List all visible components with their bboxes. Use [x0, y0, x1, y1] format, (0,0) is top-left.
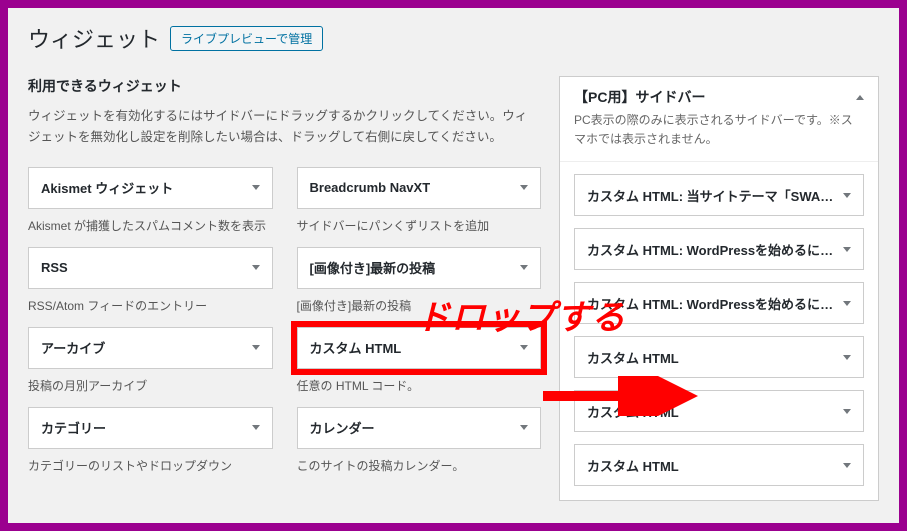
widget-latest-posts-image[interactable]: [画像付き]最新の投稿 [297, 247, 542, 289]
available-heading: 利用できるウィジェット [28, 76, 541, 96]
available-widget-cell: カスタム HTML 任意の HTML コード。 [297, 327, 542, 395]
widget-label: カレンダー [310, 418, 375, 437]
live-preview-button[interactable]: ライブプレビューで管理 [170, 26, 323, 51]
available-widget-cell: Akismet ウィジェット Akismet が捕獲したスパムコメント数を表示 [28, 167, 273, 235]
placed-widget[interactable]: カスタム HTML: WordPressを始めるにはサ... [574, 282, 864, 324]
widget-calendar[interactable]: カレンダー [297, 407, 542, 449]
placed-widgets-list[interactable]: カスタム HTML: 当サイトテーマ「SWALLO... カスタム HTML: … [560, 162, 878, 500]
placed-widget-label: カスタム HTML: WordPressを始めるにはサ... [587, 294, 837, 313]
placed-widget-label: カスタム HTML [587, 456, 679, 475]
caret-down-icon [843, 301, 851, 306]
available-widget-cell: [画像付き]最新の投稿 [画像付き]最新の投稿 [297, 247, 542, 315]
caret-down-icon [843, 247, 851, 252]
caret-down-icon [520, 425, 528, 430]
placed-widget-label: カスタム HTML: 当サイトテーマ「SWALLO... [587, 186, 837, 205]
placed-widget-label: カスタム HTML [587, 348, 679, 367]
widget-rss[interactable]: RSS [28, 247, 273, 289]
caret-down-icon [252, 265, 260, 270]
sidebar-area-pc: 【PC用】サイドバー PC表示の際のみに表示されるサイドバーです。※スマホでは表… [559, 76, 879, 501]
widgets-admin-page: ウィジェット ライブプレビューで管理 利用できるウィジェット ウィジェットを有効… [8, 8, 899, 523]
caret-down-icon [843, 355, 851, 360]
columns-wrap: 利用できるウィジェット ウィジェットを有効化するにはサイドバーにドラッグするかク… [28, 76, 879, 501]
caret-down-icon [843, 409, 851, 414]
sidebar-area-description: PC表示の際のみに表示されるサイドバーです。※スマホでは表示されません。 [560, 111, 878, 162]
caret-down-icon [520, 345, 528, 350]
placed-widget[interactable]: カスタム HTML [574, 444, 864, 486]
caret-down-icon [520, 265, 528, 270]
widget-desc: Akismet が捕獲したスパムコメント数を表示 [28, 217, 273, 235]
caret-down-icon [520, 185, 528, 190]
caret-down-icon [843, 193, 851, 198]
widget-desc: カテゴリーのリストやドロップダウン [28, 457, 273, 475]
available-widget-cell: カレンダー このサイトの投稿カレンダー。 [297, 407, 542, 475]
caret-down-icon [252, 345, 260, 350]
placed-widget[interactable]: カスタム HTML [574, 336, 864, 378]
widget-akismet[interactable]: Akismet ウィジェット [28, 167, 273, 209]
widget-desc: [画像付き]最新の投稿 [297, 297, 542, 315]
widget-desc: RSS/Atom フィードのエントリー [28, 297, 273, 315]
widget-categories[interactable]: カテゴリー [28, 407, 273, 449]
available-description: ウィジェットを有効化するにはサイドバーにドラッグするかクリックしてください。ウィ… [28, 106, 538, 149]
widget-desc: 任意の HTML コード。 [297, 377, 542, 395]
widget-label: [画像付き]最新の投稿 [310, 258, 436, 277]
placed-widget[interactable]: カスタム HTML: 当サイトテーマ「SWALLO... [574, 174, 864, 216]
page-title: ウィジェット [28, 22, 160, 54]
widget-label: RSS [41, 260, 68, 275]
available-widgets-column: 利用できるウィジェット ウィジェットを有効化するにはサイドバーにドラッグするかク… [28, 76, 541, 487]
widget-label: カテゴリー [41, 418, 106, 437]
caret-up-icon [856, 95, 864, 100]
sidebar-area-title: 【PC用】サイドバー [574, 87, 705, 107]
widget-archive[interactable]: アーカイブ [28, 327, 273, 369]
placed-widget-label: カスタム HTML [587, 402, 679, 421]
widget-label: Breadcrumb NavXT [310, 180, 431, 195]
caret-down-icon [843, 463, 851, 468]
widget-label: Akismet ウィジェット [41, 178, 173, 197]
sidebar-area-header[interactable]: 【PC用】サイドバー [560, 77, 878, 111]
widget-desc: サイドバーにパンくずリストを追加 [297, 217, 542, 235]
available-widget-cell: RSS RSS/Atom フィードのエントリー [28, 247, 273, 315]
placed-widget[interactable]: カスタム HTML [574, 390, 864, 432]
widget-desc: 投稿の月別アーカイブ [28, 377, 273, 395]
widget-custom-html[interactable]: カスタム HTML [297, 327, 542, 369]
widget-desc: このサイトの投稿カレンダー。 [297, 457, 542, 475]
available-widget-cell: アーカイブ 投稿の月別アーカイブ [28, 327, 273, 395]
widget-breadcrumb-navxt[interactable]: Breadcrumb NavXT [297, 167, 542, 209]
widget-label: アーカイブ [41, 338, 105, 357]
caret-down-icon [252, 185, 260, 190]
page-header: ウィジェット ライブプレビューで管理 [28, 22, 879, 54]
available-widget-cell: カテゴリー カテゴリーのリストやドロップダウン [28, 407, 273, 475]
sidebar-areas-column: 【PC用】サイドバー PC表示の際のみに表示されるサイドバーです。※スマホでは表… [559, 76, 879, 501]
widget-label: カスタム HTML [310, 338, 402, 357]
available-widget-cell: Breadcrumb NavXT サイドバーにパンくずリストを追加 [297, 167, 542, 235]
available-widget-grid: Akismet ウィジェット Akismet が捕獲したスパムコメント数を表示 … [28, 167, 541, 487]
caret-down-icon [252, 425, 260, 430]
placed-widget-label: カスタム HTML: WordPressを始めるにはド... [587, 240, 837, 259]
placed-widget[interactable]: カスタム HTML: WordPressを始めるにはド... [574, 228, 864, 270]
